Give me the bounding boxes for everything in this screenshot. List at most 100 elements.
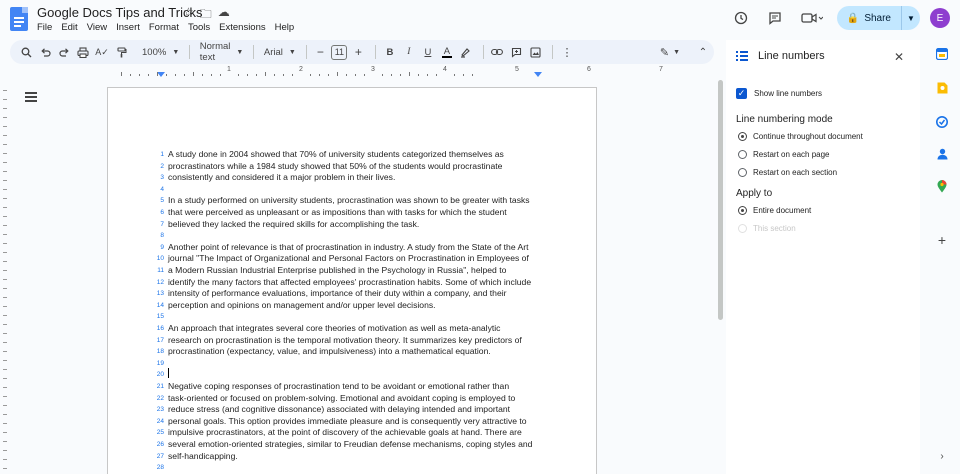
radio-selected-icon[interactable] bbox=[738, 206, 747, 215]
menu-insert[interactable]: Insert bbox=[116, 22, 140, 33]
underline-icon[interactable]: U bbox=[420, 42, 436, 62]
insert-link-icon[interactable] bbox=[489, 42, 505, 62]
redo-icon[interactable] bbox=[56, 42, 72, 62]
radio-unselected-icon[interactable] bbox=[738, 150, 747, 159]
document-page[interactable]: 1A study done in 2004 showed that 70% of… bbox=[107, 87, 597, 474]
more-options-icon[interactable]: ⋮ bbox=[559, 42, 575, 62]
radio-restart-each-page[interactable]: Restart on each page bbox=[738, 150, 830, 159]
menu-edit[interactable]: Edit bbox=[61, 22, 77, 33]
document-line[interactable]: 12 identify the many factors that affecte… bbox=[151, 272, 531, 287]
document-line[interactable]: 7 believed they lacked the required skill… bbox=[151, 214, 419, 229]
add-app-icon[interactable]: + bbox=[936, 232, 948, 248]
horizontal-ruler[interactable]: 1 2 3 4 5 6 7 bbox=[104, 66, 663, 78]
highlight-icon[interactable] bbox=[458, 42, 474, 62]
radio-selected-icon[interactable] bbox=[738, 132, 747, 141]
document-outline-icon[interactable] bbox=[25, 92, 37, 102]
meet-icon[interactable] bbox=[799, 8, 825, 28]
close-icon[interactable]: ✕ bbox=[894, 50, 904, 64]
line-text[interactable]: believed they lacked the required skills… bbox=[168, 219, 419, 229]
contacts-icon[interactable] bbox=[936, 148, 948, 160]
document-line[interactable]: 26 several emotion-oriented strategies, s… bbox=[151, 434, 533, 449]
radio-entire-document[interactable]: Entire document bbox=[738, 206, 811, 215]
show-line-numbers-checkbox[interactable]: ✓ Show line numbers bbox=[736, 88, 822, 99]
document-line[interactable]: 25 impulsive procrastinators, at the poin… bbox=[151, 422, 522, 437]
share-button[interactable]: 🔒 Share bbox=[837, 6, 902, 30]
undo-icon[interactable] bbox=[37, 42, 53, 62]
keep-icon[interactable] bbox=[936, 82, 948, 94]
document-line[interactable]: 6 that were perceived as unpleasant or as… bbox=[151, 202, 506, 217]
editing-mode-icon[interactable]: ✎ ▼ bbox=[660, 42, 680, 62]
document-line[interactable]: 11 a Modern Russian Industrial Enterprise… bbox=[151, 260, 506, 275]
ruler-tick bbox=[3, 414, 7, 415]
menu-format[interactable]: Format bbox=[149, 22, 179, 33]
ruler-tick bbox=[409, 72, 410, 76]
document-line[interactable]: 27 self-handicapping. bbox=[151, 446, 238, 461]
decrease-font-size-button[interactable]: − bbox=[312, 42, 328, 62]
left-indent-marker[interactable] bbox=[157, 72, 165, 77]
comments-icon[interactable] bbox=[765, 8, 785, 28]
font-size-input[interactable]: 11 bbox=[331, 42, 348, 62]
paint-format-icon[interactable] bbox=[113, 42, 129, 62]
tasks-icon[interactable] bbox=[936, 116, 948, 128]
radio-continue-throughout[interactable]: Continue throughout document bbox=[738, 132, 863, 141]
document-line[interactable]: 9 Another point of relevance is that of p… bbox=[151, 237, 528, 252]
bold-icon[interactable]: B bbox=[382, 42, 398, 62]
radio-unselected-icon[interactable] bbox=[738, 168, 747, 177]
document-line[interactable]: 13 intensity of performance evaluations, … bbox=[151, 283, 507, 298]
document-title[interactable]: Google Docs Tips and Tricks bbox=[37, 5, 202, 20]
share-dropdown-icon[interactable]: ▼ bbox=[902, 14, 920, 23]
document-line[interactable]: 24 personal goals. This option provides i… bbox=[151, 411, 527, 426]
menu-extensions[interactable]: Extensions bbox=[219, 22, 265, 33]
radio-restart-each-section[interactable]: Restart on each section bbox=[738, 168, 837, 177]
menu-file[interactable]: File bbox=[37, 22, 52, 33]
document-line[interactable]: 16 An approach that integrates several co… bbox=[151, 318, 501, 333]
maps-icon[interactable] bbox=[936, 179, 948, 192]
insert-image-icon[interactable] bbox=[527, 42, 543, 62]
print-icon[interactable] bbox=[75, 42, 91, 62]
font-select[interactable]: Arial ▼ bbox=[260, 42, 300, 62]
document-line[interactable]: 1A study done in 2004 showed that 70% of… bbox=[151, 144, 503, 159]
style-select[interactable]: Normal text ▼ bbox=[196, 41, 248, 63]
menu-view[interactable]: View bbox=[87, 22, 107, 33]
collapse-menus-icon[interactable]: ⌃ bbox=[695, 42, 711, 62]
add-comment-icon[interactable] bbox=[508, 42, 524, 62]
zoom-select[interactable]: 100% ▼ bbox=[138, 42, 183, 62]
document-line[interactable]: 28 bbox=[151, 457, 168, 471]
document-line[interactable]: 3 consistently and considered it a major … bbox=[151, 167, 395, 182]
increase-font-size-button[interactable]: + bbox=[350, 42, 366, 62]
line-text[interactable]: perception and opinions on management an… bbox=[168, 300, 436, 310]
right-indent-marker[interactable] bbox=[534, 72, 542, 77]
document-line[interactable]: 19 bbox=[151, 353, 168, 367]
document-line[interactable]: 23 reduce stress (and cognitive dissonanc… bbox=[151, 399, 510, 414]
document-line[interactable]: 22 task-oriented or focused on problem-so… bbox=[151, 388, 516, 403]
spellcheck-icon[interactable]: A✓ bbox=[94, 42, 110, 62]
document-line[interactable]: 18 procrastination (expectancy, value, an… bbox=[151, 341, 491, 356]
line-text[interactable]: consistently and considered it a major p… bbox=[168, 172, 395, 182]
document-line[interactable]: 8 bbox=[151, 225, 168, 239]
calendar-icon[interactable] bbox=[936, 48, 948, 60]
docs-logo-icon[interactable] bbox=[10, 7, 28, 31]
vertical-ruler[interactable] bbox=[0, 86, 10, 474]
document-line[interactable]: 5 In a study performed on university stud… bbox=[151, 190, 529, 205]
line-text[interactable]: procrastination (expectancy, value, and … bbox=[168, 346, 491, 356]
expand-panel-icon[interactable]: › bbox=[936, 450, 948, 462]
search-menus-icon[interactable] bbox=[18, 42, 34, 62]
checkbox-checked-icon[interactable]: ✓ bbox=[736, 88, 747, 99]
document-line[interactable]: 10 journal "The Impact of Organizational … bbox=[151, 248, 529, 263]
document-line[interactable]: 17 research on procrastination is the tem… bbox=[151, 330, 522, 345]
document-scrollbar[interactable] bbox=[718, 80, 723, 320]
ruler-tick bbox=[238, 74, 239, 76]
document-line[interactable]: 15 bbox=[151, 306, 168, 320]
document-line[interactable]: 20 bbox=[151, 364, 169, 379]
italic-icon[interactable]: I bbox=[401, 42, 417, 62]
document-line[interactable]: 21 Negative coping responses of procrasti… bbox=[151, 376, 509, 391]
line-text[interactable]: self-handicapping. bbox=[168, 451, 238, 461]
account-avatar[interactable]: E bbox=[930, 8, 950, 28]
menu-tools[interactable]: Tools bbox=[188, 22, 210, 33]
version-history-icon[interactable] bbox=[731, 8, 751, 28]
menu-help[interactable]: Help bbox=[275, 22, 295, 33]
text-color-icon[interactable]: A bbox=[439, 42, 455, 62]
document-line[interactable]: 14 perception and opinions on management … bbox=[151, 295, 436, 310]
document-line[interactable]: 2 procrastinators while a 1984 study show… bbox=[151, 156, 502, 171]
document-line[interactable]: 4 bbox=[151, 179, 168, 193]
